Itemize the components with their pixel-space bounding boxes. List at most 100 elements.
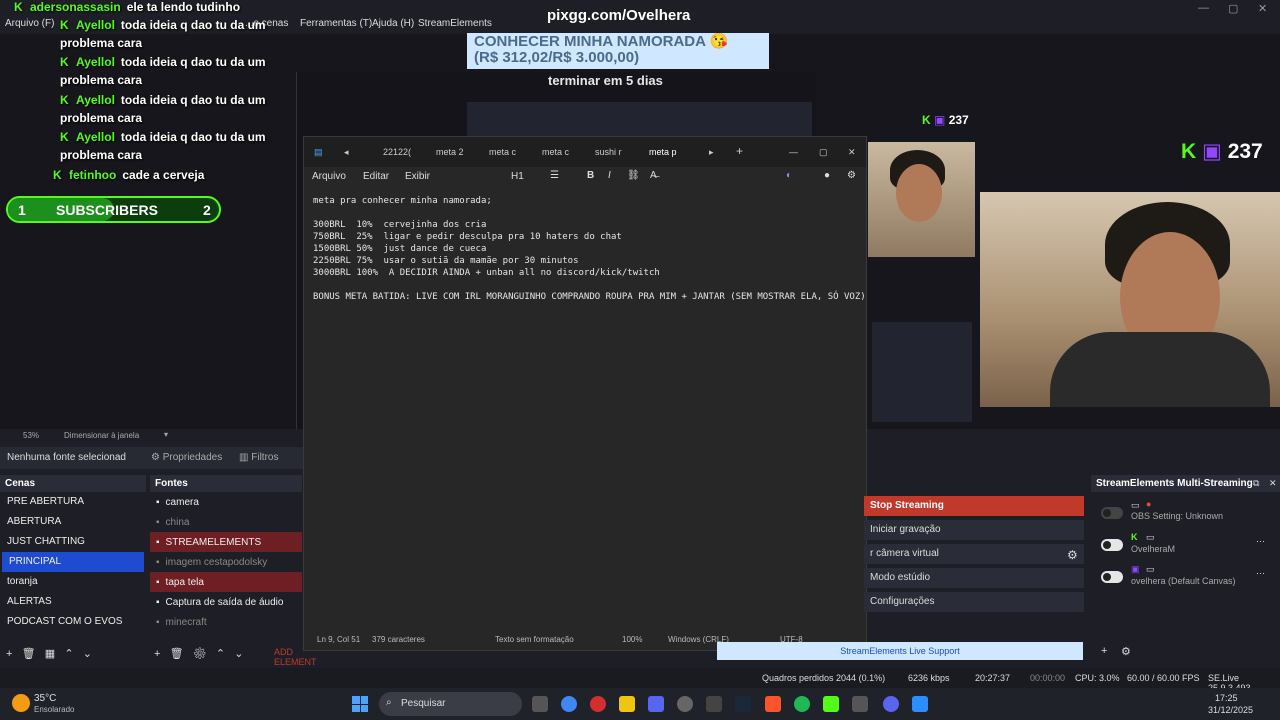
maximize-icon[interactable]: ▢: [1228, 2, 1238, 15]
taskbar-search[interactable]: ⌕ Pesquisar: [379, 692, 522, 716]
se-live-support-button[interactable]: StreamElements Live Support: [717, 642, 1083, 660]
source-item[interactable]: ▪ tapa tela: [150, 572, 302, 592]
filter-icon[interactable]: ▦: [45, 648, 55, 660]
notepad-tab[interactable]: 22122(: [383, 147, 411, 157]
start-recording-button[interactable]: Iniciar gravação: [864, 520, 1084, 540]
windows-start-icon[interactable]: [352, 696, 368, 712]
add-icon[interactable]: +: [1101, 645, 1107, 657]
source-item[interactable]: ▪ minecraft: [150, 612, 302, 632]
virtual-camera-gear-icon[interactable]: ⚙: [1067, 548, 1078, 562]
chrome-icon[interactable]: [561, 696, 577, 712]
notepad-minimize-icon[interactable]: —: [789, 147, 798, 157]
scene-item[interactable]: PRE ABERTURA: [0, 492, 146, 512]
list-icon[interactable]: ☰: [550, 170, 559, 181]
more-icon[interactable]: ⋯: [1256, 536, 1265, 547]
new-tab-icon[interactable]: +: [736, 144, 743, 158]
source-item[interactable]: ▪ Captura de saída de áudio: [150, 592, 302, 612]
tab-forward-icon[interactable]: ▸: [709, 147, 714, 158]
weather-temp[interactable]: 35°C: [34, 693, 56, 704]
discord-icon[interactable]: [883, 696, 899, 712]
chevron-down-icon[interactable]: ▾: [164, 430, 168, 439]
menu-ferramentas[interactable]: Ferramentas (T): [300, 18, 372, 29]
notepad-tab[interactable]: meta c: [542, 147, 569, 157]
scene-item[interactable]: ALERTAS: [0, 592, 146, 612]
scene-item[interactable]: toranja: [0, 572, 146, 592]
float-icon[interactable]: ⧉: [1253, 478, 1259, 489]
notepad-maximize-icon[interactable]: ▢: [819, 147, 828, 158]
brave-icon[interactable]: [765, 696, 781, 712]
clock-time[interactable]: 17:25: [1215, 693, 1238, 703]
down-icon[interactable]: ⌄: [234, 648, 243, 660]
heading-select[interactable]: H1: [511, 171, 524, 182]
studio-mode-button[interactable]: Modo estúdio: [864, 568, 1084, 588]
se-close-icon[interactable]: ✕: [1269, 478, 1277, 489]
account-icon[interactable]: ●: [824, 170, 830, 181]
spotify-icon[interactable]: [794, 696, 810, 712]
file-explorer-icon[interactable]: [619, 696, 635, 712]
menu-arquivo[interactable]: Arquivo (F): [5, 18, 54, 29]
trash-icon[interactable]: 🗑: [170, 648, 184, 660]
menu-ajuda[interactable]: Ajuda (H): [372, 18, 414, 29]
scene-item[interactable]: PODCAST COM O EVOS: [0, 612, 146, 632]
settings-button[interactable]: Configurações: [864, 592, 1084, 612]
output-toggle[interactable]: [1101, 571, 1123, 583]
filters-button[interactable]: ▥ Filtros: [239, 452, 278, 463]
add-icon[interactable]: +: [6, 648, 12, 660]
minimize-icon[interactable]: —: [1198, 2, 1209, 14]
notepad-text-area[interactable]: meta pra conhecer minha namorada; 300BRL…: [313, 195, 866, 303]
add-element-button[interactable]: ADD ELEMENT: [274, 647, 317, 667]
notepad-tab[interactable]: meta 2: [436, 147, 464, 157]
source-item[interactable]: ▪ imagem cestapodolsky: [150, 552, 302, 572]
task-view-icon[interactable]: [532, 696, 548, 712]
steam-icon[interactable]: [735, 696, 751, 712]
notepad-window[interactable]: ▤ ◂ 22122( meta 2 meta c meta c sushi r …: [303, 136, 867, 651]
preview-scale-mode[interactable]: Dimensionar à janela: [64, 431, 139, 440]
notepad-tab[interactable]: sushi r: [595, 147, 622, 157]
source-item[interactable]: ▪ camera: [150, 492, 302, 512]
app-icon[interactable]: [706, 696, 722, 712]
properties-button[interactable]: ⚙ Propriedades: [151, 452, 222, 463]
notepad-menu-arquivo[interactable]: Arquivo: [312, 171, 346, 182]
virtual-camera-button[interactable]: r câmera virtual: [864, 544, 1084, 564]
gear-icon[interactable]: ⚙: [1121, 645, 1131, 658]
subs-current: 1: [18, 202, 26, 218]
app-icon[interactable]: [648, 696, 664, 712]
down-icon[interactable]: ⌄: [83, 648, 92, 660]
notepad-menu-editar[interactable]: Editar: [363, 171, 389, 182]
copilot-icon[interactable]: ◐: [786, 170, 792, 181]
menu-streamelements[interactable]: StreamElements: [418, 18, 492, 29]
app-icon[interactable]: [852, 696, 868, 712]
clock-date[interactable]: 31/12/2025: [1208, 705, 1253, 715]
up-icon[interactable]: ⌃: [216, 648, 225, 660]
preview-zoom[interactable]: 53%: [23, 431, 39, 440]
source-type-icon: ▪: [156, 556, 160, 568]
notepad-tab[interactable]: meta c: [489, 147, 516, 157]
output-toggle[interactable]: [1101, 539, 1123, 551]
link-icon[interactable]: ⛓: [627, 170, 640, 181]
add-icon[interactable]: +: [154, 648, 160, 660]
gear-icon[interactable]: ⚙: [193, 648, 207, 660]
notepad-menu-exibir[interactable]: Exibir: [405, 171, 430, 182]
kick-icon[interactable]: [823, 696, 839, 712]
scene-item[interactable]: ABERTURA: [0, 512, 146, 532]
notepad-icon[interactable]: [912, 696, 928, 712]
app-icon[interactable]: [677, 696, 693, 712]
opera-icon[interactable]: [590, 696, 606, 712]
more-icon[interactable]: ⋯: [1256, 568, 1265, 579]
stop-streaming-button[interactable]: Stop Streaming: [864, 496, 1084, 516]
tab-back-icon[interactable]: ◂: [344, 147, 349, 158]
notepad-close-icon[interactable]: ✕: [848, 147, 856, 158]
source-item[interactable]: ▪ STREAMELEMENTS: [150, 532, 302, 552]
italic-icon[interactable]: I: [608, 170, 611, 181]
output-toggle[interactable]: [1101, 507, 1123, 519]
scene-item[interactable]: JUST CHATTING: [0, 532, 146, 552]
bold-icon[interactable]: B: [587, 170, 594, 181]
close-icon[interactable]: ✕: [1258, 2, 1267, 15]
clear-format-icon[interactable]: A̶: [650, 170, 657, 181]
scene-item[interactable]: PRINCIPAL: [2, 552, 144, 572]
source-item[interactable]: ▪ china: [150, 512, 302, 532]
settings-gear-icon[interactable]: ⚙: [847, 170, 856, 181]
notepad-tab-active[interactable]: meta p: [649, 147, 677, 157]
trash-icon[interactable]: 🗑: [22, 648, 36, 660]
up-icon[interactable]: ⌃: [64, 648, 73, 660]
